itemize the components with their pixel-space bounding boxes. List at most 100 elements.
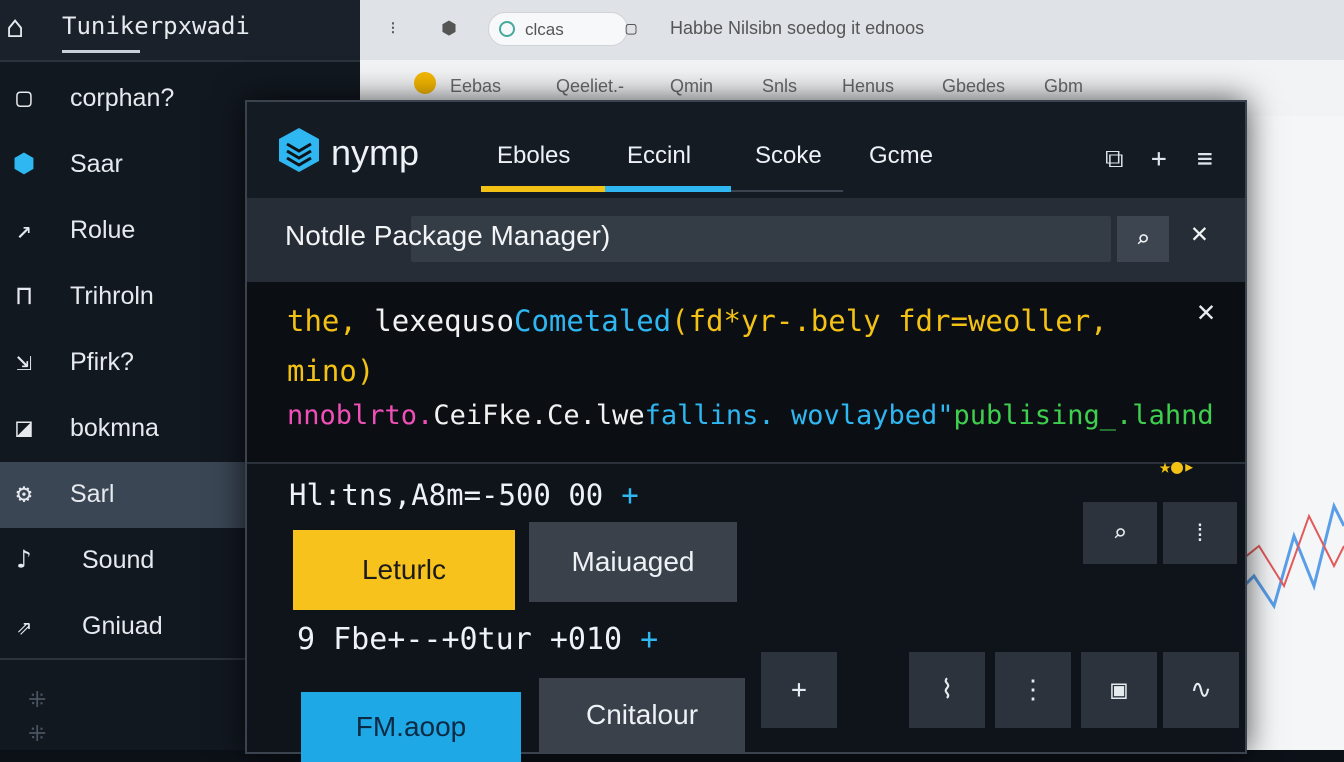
background-chart bbox=[1234, 501, 1344, 610]
arrow-diagonal-icon: ↗ bbox=[16, 215, 32, 245]
wave-icon: ∿ bbox=[1190, 675, 1212, 705]
package-manager-window: nymp Eboles Eccinl Scoke Gcme ⧉ + ≡ Notd… bbox=[245, 100, 1247, 762]
footer-secondary-button[interactable]: Cnitalour bbox=[539, 678, 745, 752]
code-line: nnoblrto.CeiFke.Ce.lwefallins. wovlaybed… bbox=[287, 400, 1214, 431]
bookmark-item[interactable]: Qmin bbox=[670, 76, 713, 97]
version-text: 9 Fbe+--+0tur +010 bbox=[297, 622, 623, 657]
logo-icon bbox=[279, 128, 319, 172]
package-stats: Hl:tns,A8m=-500 00 + bbox=[289, 478, 639, 512]
wave-tool-button[interactable]: ∿ bbox=[1163, 652, 1239, 728]
faded-icon: ⁜ bbox=[28, 722, 47, 747]
checkbox-icon: ◪ bbox=[16, 413, 32, 443]
app-header: nymp Eboles Eccinl Scoke Gcme ⧉ + ≡ bbox=[247, 102, 1245, 198]
close-icon[interactable]: ✕ bbox=[1197, 294, 1215, 329]
square-icon: ▢ bbox=[16, 83, 32, 113]
sidebar-header: ⌂ Tunikerpxwadi bbox=[0, 0, 360, 62]
tab-gcme[interactable]: Gcme bbox=[869, 142, 933, 170]
managed-button[interactable]: Maiuaged bbox=[529, 522, 737, 602]
stats-text: Hl:tns,A8m=-500 00 bbox=[289, 478, 604, 512]
code-token: publising_.lahnd bbox=[953, 400, 1214, 431]
search-row: Notdle Package Manager) ⌕ ✕ bbox=[247, 198, 1245, 282]
search-icon: ⌕ bbox=[1112, 519, 1128, 547]
hamburger-menu-icon[interactable]: ≡ bbox=[1197, 144, 1213, 174]
code-token: Cometaled bbox=[513, 304, 672, 338]
sidebar-item-label: Pfirk? bbox=[70, 348, 134, 376]
image-tool-button[interactable]: ▣ bbox=[1081, 652, 1157, 728]
browser-tabbar: ⁝ ⬢ clcas ▢ Habbe Nilsibn soedog it edno… bbox=[360, 0, 1344, 61]
code-token: fallins. wovlaybed" bbox=[644, 400, 954, 431]
page-icon[interactable]: ▢ bbox=[620, 18, 642, 40]
add-icon[interactable]: + bbox=[1151, 144, 1167, 174]
footer-primary-button[interactable]: FM.aoop bbox=[301, 692, 521, 762]
code-token: CeiFke.Ce.lwe bbox=[433, 400, 645, 431]
sidebar-item-label: Sound bbox=[82, 546, 155, 574]
rating-indicator-icon: ★●▸ bbox=[1159, 454, 1196, 478]
tab-indicator-blue bbox=[605, 186, 731, 192]
add-stat-button[interactable]: + bbox=[621, 478, 638, 512]
vertical-dots-icon: ⋮ bbox=[1020, 675, 1046, 705]
code-output: the, lexequsoCometaled(fd*yr-.bely fdr=w… bbox=[247, 282, 1245, 464]
bookmark-item[interactable]: Qeeliet.- bbox=[556, 76, 624, 97]
code-token: lexequso bbox=[356, 304, 514, 338]
image-icon: ▣ bbox=[1111, 675, 1127, 705]
code-line: the, lexequsoCometaled(fd*yr-.bely fdr=w… bbox=[287, 304, 1108, 338]
info-button[interactable]: ⁞ bbox=[1163, 502, 1237, 564]
bookmark-item[interactable]: Gbedes bbox=[942, 76, 1005, 97]
tab-eccinl[interactable]: Eccinl bbox=[627, 142, 691, 170]
share-icon: ⇗ bbox=[16, 611, 32, 641]
menu-icon[interactable]: ⁝ bbox=[382, 18, 404, 40]
code-token: nnoblrto. bbox=[287, 400, 434, 431]
version-row: 9 Fbe+--+0tur +010 + bbox=[297, 622, 658, 657]
bookmark-item[interactable]: Henus bbox=[842, 76, 894, 97]
code-token: (fd*yr-.bely bbox=[671, 304, 881, 338]
sidebar-item-label: Rolue bbox=[70, 216, 136, 244]
extension-icon[interactable]: ⬢ bbox=[438, 18, 460, 40]
tab-divider bbox=[731, 190, 843, 192]
primary-action-button[interactable]: Leturlc bbox=[293, 530, 515, 610]
hexagon-plus-icon: ⬢ bbox=[12, 149, 36, 179]
brand-name: nymp bbox=[331, 132, 420, 173]
sidebar-item-label: Trihroln bbox=[70, 282, 154, 310]
sidebar-title: Tunikerpxwadi bbox=[62, 12, 250, 40]
sidebar-item-label: corphan? bbox=[70, 84, 175, 112]
search-small-button[interactable]: ⌕ bbox=[1083, 502, 1157, 564]
browser-page-title: Habbe Nilsibn soedog it ednoos bbox=[670, 18, 925, 38]
gear-icon: ⚙ bbox=[16, 479, 32, 509]
address-text: clcas bbox=[525, 20, 564, 39]
search-icon: ⌕ bbox=[1135, 225, 1151, 253]
more-tool-button[interactable]: ⋮ bbox=[995, 652, 1071, 728]
search-button[interactable]: ⌕ bbox=[1117, 216, 1169, 262]
bookmark-item[interactable]: Snls bbox=[762, 76, 797, 97]
code-token: fdr=weoller, bbox=[880, 304, 1108, 338]
script-tool-button[interactable]: ⌇ bbox=[909, 652, 985, 728]
address-bar[interactable]: clcas bbox=[488, 12, 628, 46]
bookmark-star-icon bbox=[414, 72, 436, 94]
add-version-button[interactable]: + bbox=[640, 622, 658, 657]
corner-arrow-icon: ⇲ bbox=[16, 347, 32, 377]
code-token: the, bbox=[287, 304, 357, 338]
sidebar-item-label: Saar bbox=[70, 150, 123, 178]
open-external-icon[interactable]: ⧉ bbox=[1105, 144, 1124, 175]
bookmark-item[interactable]: Gbm bbox=[1044, 76, 1083, 97]
info-icon: ⁞ bbox=[1192, 519, 1208, 547]
add-tool-button[interactable]: + bbox=[761, 652, 837, 728]
faded-icon: ⁜ bbox=[28, 688, 47, 713]
search-query-text: Notdle Package Manager) bbox=[285, 220, 611, 251]
sidebar-item-label: Sarl bbox=[70, 480, 115, 508]
home-icon[interactable]: ⌂ bbox=[6, 10, 24, 45]
plus-icon: + bbox=[791, 675, 807, 705]
tab-scoke[interactable]: Scoke bbox=[755, 142, 822, 170]
sidebar-item-label: Gniuad bbox=[82, 612, 163, 640]
code-line: mino) bbox=[287, 354, 374, 388]
bracket-icon: ⊓ bbox=[16, 281, 32, 311]
sound-icon: ♪ bbox=[16, 545, 32, 575]
secure-icon bbox=[499, 21, 515, 37]
title-underline bbox=[62, 50, 140, 53]
tab-indicator-yellow bbox=[481, 186, 605, 192]
script-icon: ⌇ bbox=[940, 675, 954, 705]
tab-eboles[interactable]: Eboles bbox=[497, 142, 570, 170]
sidebar-item-label: bokmna bbox=[70, 414, 159, 442]
code-token: mino) bbox=[287, 354, 375, 388]
bookmark-item[interactable]: Eebas bbox=[450, 76, 501, 97]
close-icon[interactable]: ✕ bbox=[1191, 216, 1208, 249]
